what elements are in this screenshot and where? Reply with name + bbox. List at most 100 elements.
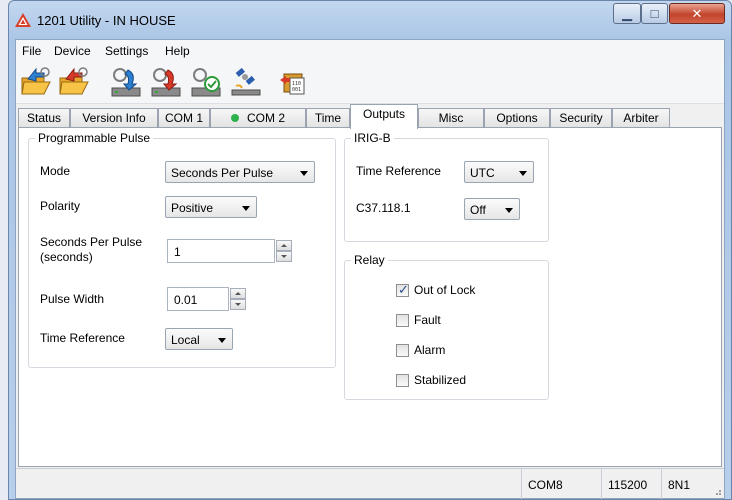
relay-group: Relay ✓ Out of Lock Fault Alarm Stabiliz…: [344, 253, 549, 400]
maximize-button[interactable]: □: [641, 3, 668, 24]
stabilized-checkbox[interactable]: Stabilized: [396, 373, 516, 389]
tab-outputs[interactable]: Outputs: [350, 104, 418, 129]
tab-time[interactable]: Time: [306, 108, 350, 128]
tab-version-info[interactable]: Version Info: [70, 108, 158, 128]
seconds-per-pulse-input[interactable]: 1: [167, 239, 292, 263]
checkbox-box: ✓: [396, 282, 409, 297]
time-reference-select[interactable]: Local: [165, 328, 233, 350]
menu-file[interactable]: File: [22, 44, 41, 58]
irig-time-reference-value: UTC: [470, 166, 495, 180]
status-port: COM8: [521, 469, 601, 499]
status-dot-icon: [230, 114, 239, 122]
mode-label: Mode: [40, 164, 71, 178]
client-area: File Device Settings Help 110 001 Status…: [15, 39, 725, 499]
irig-time-reference-label: Time Reference: [356, 164, 441, 178]
minimize-button[interactable]: ▁: [613, 3, 641, 24]
alarm-checkbox[interactable]: Alarm: [396, 343, 516, 359]
checkbox-label: Stabilized: [414, 373, 467, 387]
format-value: 8N1: [668, 478, 691, 492]
tab-label: Status: [26, 111, 62, 125]
tab-label: Version Info: [82, 111, 146, 125]
open-settings-icon: [21, 67, 51, 95]
tab-misc[interactable]: Misc: [418, 108, 484, 128]
menu-help[interactable]: Help: [165, 44, 190, 58]
tab-com2[interactable]: COM 2: [210, 108, 306, 128]
checkbox-label: Out of Lock: [414, 283, 476, 297]
pulse-width-input[interactable]: 0.01: [167, 287, 246, 311]
checkbox-label: Fault: [414, 313, 441, 327]
tab-label: Options: [496, 111, 538, 125]
up-arrow-icon: [281, 244, 287, 247]
window-title: 1201 Utility - IN HOUSE: [37, 13, 176, 28]
save-settings-button[interactable]: [58, 66, 90, 98]
programmable-pulse-group: Programmable Pulse Mode Seconds Per Puls…: [28, 131, 336, 368]
out-of-lock-checkbox[interactable]: ✓ Out of Lock: [396, 282, 516, 299]
pulse-width-value: 0.01: [174, 293, 198, 307]
tab-label: Misc: [438, 111, 464, 125]
tab-label: Security: [559, 111, 603, 125]
irig-time-reference-select[interactable]: UTC: [464, 161, 534, 183]
mode-select[interactable]: Seconds Per Pulse: [165, 161, 315, 183]
chevron-down-icon: [505, 208, 513, 213]
open-settings-button[interactable]: [20, 66, 52, 98]
time-reference-value: Local: [171, 333, 200, 347]
polarity-select[interactable]: Positive: [165, 196, 257, 218]
close-icon: ✕: [691, 6, 703, 21]
firmware-button[interactable]: 110 001: [278, 66, 310, 98]
decrement-button[interactable]: [230, 299, 246, 310]
status-baud: 115200: [601, 469, 661, 499]
close-button[interactable]: ✕: [669, 3, 725, 24]
tab-label: Time: [314, 111, 342, 125]
tab-label: Arbiter: [623, 111, 659, 125]
c37-select[interactable]: Off: [464, 198, 520, 220]
checkbox-label: Alarm: [414, 343, 446, 357]
write-to-device-button[interactable]: [150, 66, 182, 98]
app-window: 1201 Utility - IN HOUSE ▁ □ ✕ File Devic…: [8, 0, 732, 500]
chevron-down-icon: [300, 171, 308, 176]
tab-com1[interactable]: COM 1: [158, 108, 210, 128]
read-from-device-icon: [111, 68, 141, 97]
tab-options[interactable]: Options: [484, 108, 550, 128]
increment-button[interactable]: [276, 240, 292, 251]
outputs-panel: Programmable Pulse Mode Seconds Per Puls…: [18, 127, 722, 467]
up-arrow-icon: [235, 292, 241, 295]
mode-value: Seconds Per Pulse: [171, 166, 274, 180]
verify-button[interactable]: [190, 66, 222, 98]
down-arrow-icon: [281, 255, 287, 258]
app-logo-icon: [15, 13, 31, 27]
down-arrow-icon: [235, 303, 241, 306]
seconds-unit-label: (seconds): [40, 250, 93, 264]
checkbox-box: [396, 314, 409, 327]
c37-value: Off: [470, 203, 486, 217]
menu-device[interactable]: Device: [54, 44, 91, 58]
status-bar: COM8 115200 8N1: [16, 468, 724, 499]
save-settings-icon: [59, 67, 89, 95]
checkbox-box: [396, 374, 409, 387]
decrement-button[interactable]: [276, 251, 292, 262]
resize-grip-icon[interactable]: [712, 486, 722, 496]
tab-security[interactable]: Security: [550, 108, 612, 128]
chevron-down-icon: [242, 206, 250, 211]
irig-b-group: IRIG-B Time Reference UTC C37.118.1 Off: [344, 131, 549, 242]
fault-checkbox[interactable]: Fault: [396, 313, 516, 329]
port-value: COM8: [528, 478, 563, 492]
tab-status[interactable]: Status: [18, 108, 70, 128]
group-title: IRIG-B: [351, 131, 394, 145]
group-title: Relay: [351, 253, 388, 267]
tab-label: COM 1: [164, 111, 203, 125]
verify-icon: [191, 68, 221, 97]
tab-arbiter[interactable]: Arbiter: [612, 108, 670, 128]
seconds-stepper: [276, 240, 292, 262]
increment-button[interactable]: [230, 288, 246, 299]
tab-strip: Status Version Info COM 1 COM 2 Time Out…: [16, 104, 724, 129]
title-bar[interactable]: 1201 Utility - IN HOUSE ▁ □ ✕: [9, 1, 731, 37]
menu-bar: File Device Settings Help: [16, 40, 724, 62]
group-title: Programmable Pulse: [35, 131, 154, 145]
read-from-device-button[interactable]: [110, 66, 142, 98]
c37-label: C37.118.1: [356, 201, 411, 215]
time-reference-label: Time Reference: [40, 331, 125, 345]
check-icon: ✓: [398, 282, 409, 297]
satellite-button[interactable]: [230, 66, 262, 98]
menu-settings[interactable]: Settings: [105, 44, 148, 58]
polarity-label: Polarity: [40, 199, 81, 213]
